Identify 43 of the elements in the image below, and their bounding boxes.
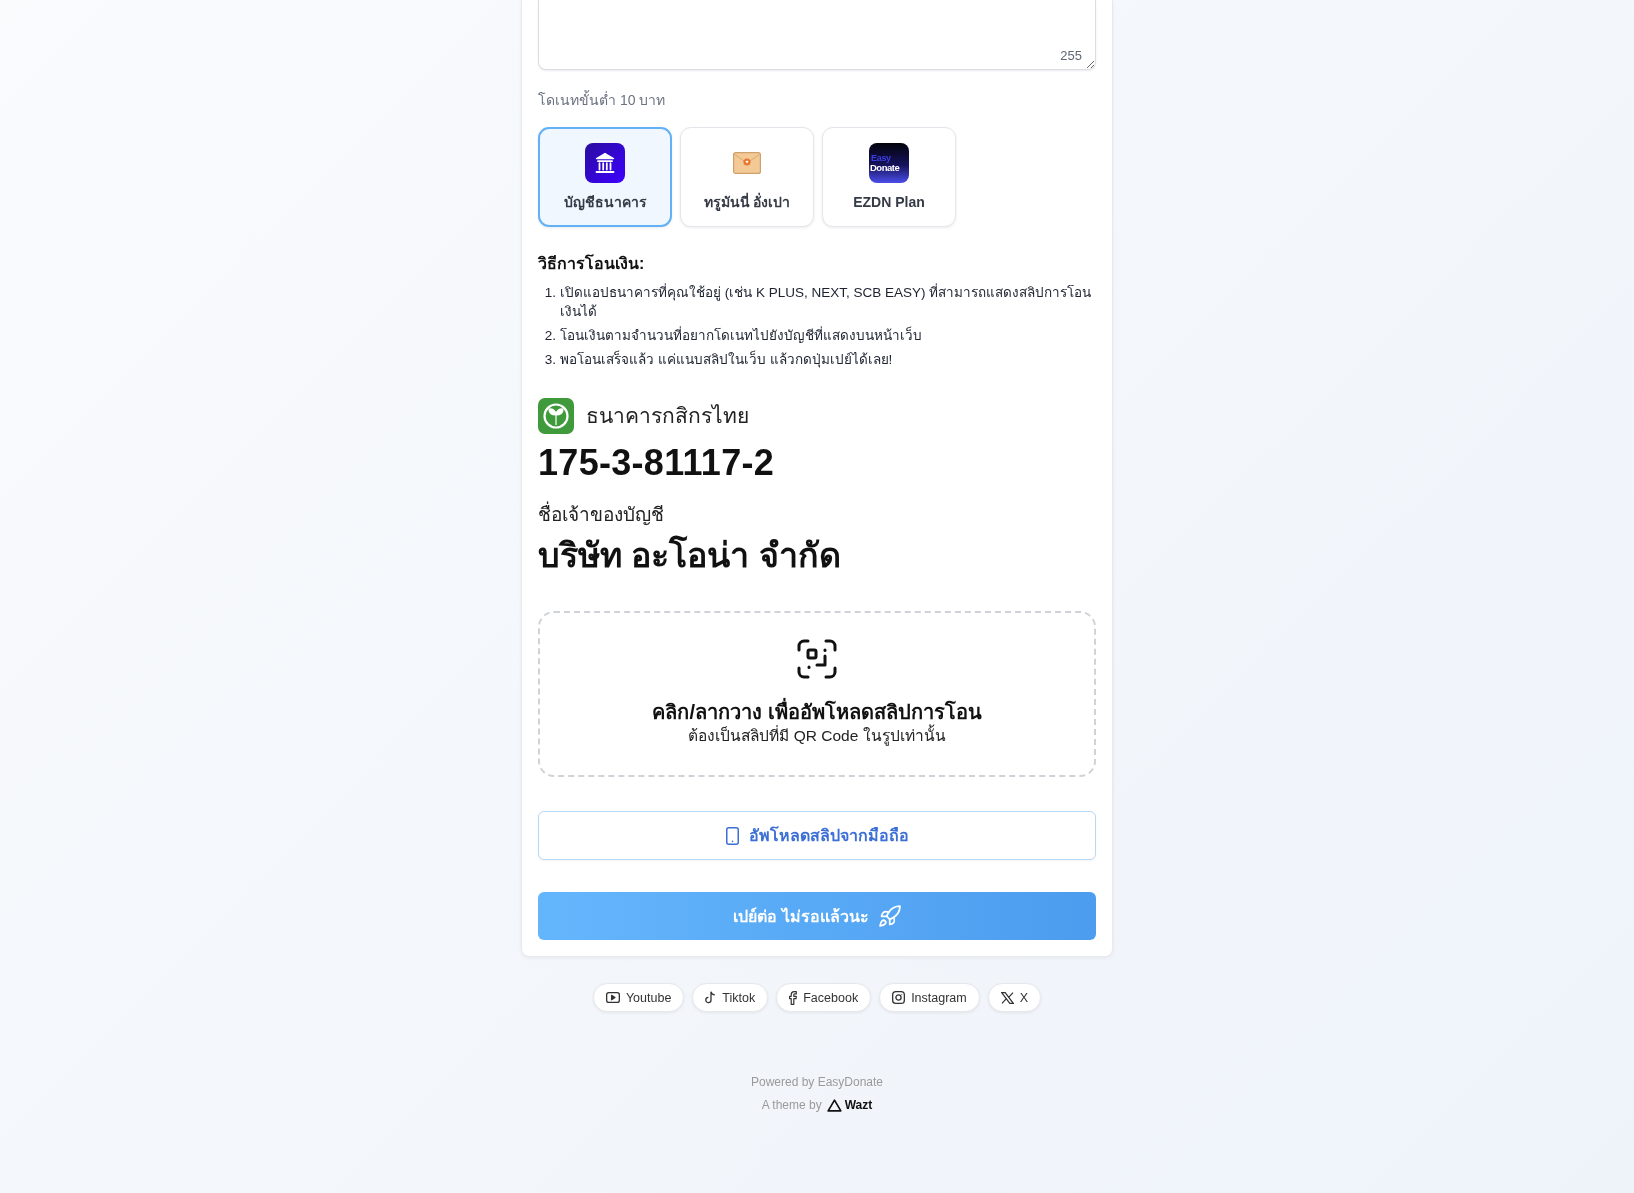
upload-title: คลิก/ลากวาง เพื่ออัพโหลดสลิปการโอน bbox=[652, 699, 982, 725]
account-owner-name: บริษัท อะโอน่า จำกัด bbox=[538, 534, 842, 576]
step-number: 2. bbox=[543, 327, 556, 345]
mobile-upload-button[interactable]: อัพโหลดสลิปจากมือถือ bbox=[538, 811, 1096, 860]
account-owner-label: ชื่อเจ้าของบัญชี bbox=[538, 502, 1096, 528]
social-link[interactable]: Youtube bbox=[592, 983, 685, 1012]
social-link[interactable]: Instagram bbox=[879, 983, 980, 1012]
powered-by-text: Powered by EasyDonate bbox=[750, 1074, 884, 1091]
phone-icon bbox=[725, 826, 739, 845]
message-field[interactable] bbox=[538, 0, 1096, 70]
step-text: พอโอนเสร็จแล้ว แค่แนบสลิปในเว็บ แล้วกดปุ่มเปย์ได้เลย! bbox=[560, 350, 893, 369]
bank-building-icon bbox=[585, 143, 625, 183]
music-note-icon bbox=[705, 991, 717, 1004]
video-play-icon bbox=[605, 992, 620, 1003]
step-text: โอนเงินตามจำนวนที่อยากโดเนทไปยังบัญชีที่แสดงบนหน้าเว็บ bbox=[560, 326, 922, 345]
scan-frame-icon bbox=[797, 639, 837, 679]
sprout-logo-icon bbox=[538, 398, 574, 434]
payment-method-option[interactable]: ทรูมันนี่ อั่งเปา bbox=[680, 127, 814, 227]
payment-method-option[interactable]: บัญชีธนาคาร bbox=[538, 127, 672, 227]
social-link[interactable]: Tiktok bbox=[692, 983, 769, 1012]
logo-text: Easy bbox=[870, 154, 891, 163]
step-number: 1. bbox=[543, 284, 556, 302]
instructions-title: วิธีการโอนเงิน: bbox=[538, 253, 646, 274]
social-link[interactable]: X bbox=[987, 983, 1042, 1012]
logo-text: Donate bbox=[870, 163, 900, 172]
bank-name: ธนาคารกสิกรไทย bbox=[586, 403, 749, 429]
envelope-icon bbox=[733, 152, 761, 174]
upload-dropzone[interactable]: คลิก/ลากวาง เพื่ออัพโหลดสลิปการโอน ต้องเป็นสลิปที่มี QR Code ในรูปเท่านั้น bbox=[538, 611, 1096, 777]
step-text: เปิดแอปธนาคารที่คุณใช้อยู่ (เช่น K PLUS, NEXT, SCB EASY) ที่สามารถแสดงสลิปการโอนเงินได้ bbox=[560, 283, 1093, 321]
minimum-amount-note: โดเนทขั้นต่ำ 10 บาท bbox=[538, 91, 667, 109]
character-count: 255 bbox=[1060, 48, 1082, 64]
social-link[interactable]: Facebook bbox=[776, 983, 872, 1012]
theme-author-link[interactable]: Wazt bbox=[826, 1097, 873, 1114]
payment-method-option[interactable]: Easy Donate EZDN Plan bbox=[822, 127, 956, 227]
upload-hint: ต้องเป็นสลิปที่มี QR Code ในรูปเท่านั้น bbox=[688, 725, 946, 747]
x-mark-icon bbox=[1000, 991, 1014, 1004]
step-number: 3. bbox=[543, 351, 556, 369]
theme-credit-text: A theme by bbox=[761, 1097, 822, 1114]
account-number: 175-3-81117-2 bbox=[538, 441, 776, 485]
camera-icon bbox=[892, 991, 906, 1004]
letter-f-icon bbox=[789, 990, 798, 1005]
triangle-icon bbox=[826, 1099, 842, 1112]
rocket-icon bbox=[878, 905, 901, 927]
